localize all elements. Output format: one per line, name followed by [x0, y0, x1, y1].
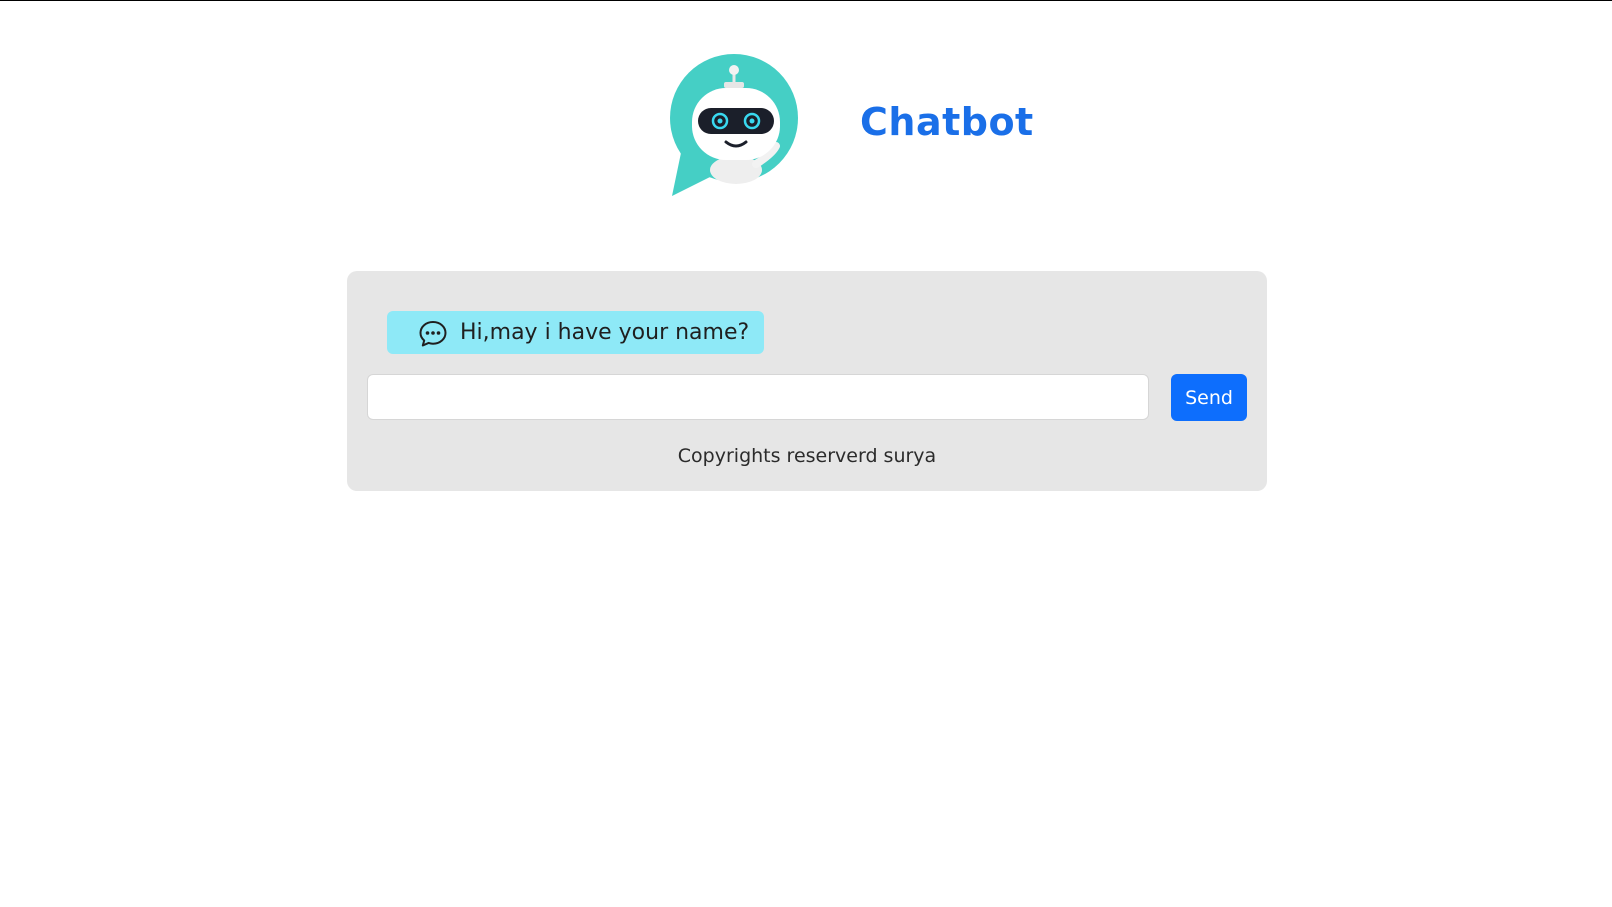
- copyright-text: Copyrights reserverd surya: [677, 445, 937, 467]
- page-title: Chatbot: [860, 100, 1034, 144]
- send-button[interactable]: Send: [1171, 374, 1247, 421]
- chat-panel: Hi,may i have your name? Send Copyrights…: [347, 271, 1267, 491]
- bot-message-bubble: Hi,may i have your name?: [387, 311, 764, 354]
- robot-chat-bubble-icon: [668, 52, 800, 198]
- bot-message-text: Hi,may i have your name?: [460, 320, 750, 345]
- message-input[interactable]: [367, 374, 1149, 420]
- chat-dots-icon: [418, 319, 448, 349]
- header: Chatbot: [0, 0, 1612, 220]
